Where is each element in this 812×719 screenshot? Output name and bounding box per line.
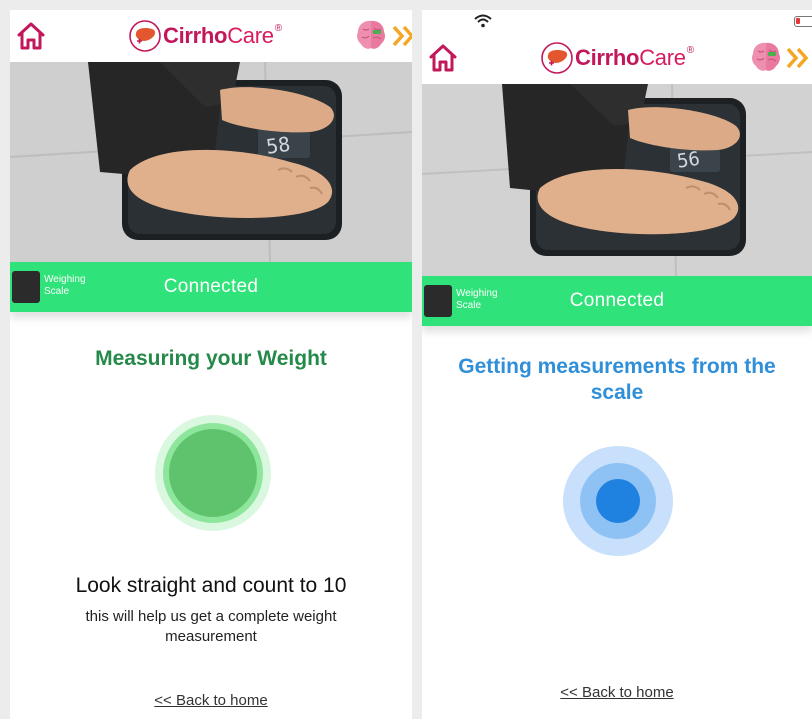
logo-text-cirrho: Cirrho — [575, 45, 640, 70]
back-to-home-link[interactable]: << Back to home — [10, 692, 412, 709]
app-header: CirrhoCare® — [422, 32, 812, 84]
instruction-subtext: this will help us get a complete weight … — [85, 608, 337, 645]
app-logo: CirrhoCare® — [128, 18, 282, 54]
page-title: Getting measurements from the scale — [458, 355, 776, 404]
chevrons-right-icon[interactable] — [392, 23, 412, 49]
back-to-home-link[interactable]: << Back to home — [422, 684, 812, 701]
logo-registered-mark: ® — [274, 23, 282, 34]
connection-status: Connected — [569, 290, 665, 311]
wifi-icon — [474, 14, 492, 28]
scale-camera-photo: 56 — [422, 84, 812, 276]
screen-measuring-weight: CirrhoCare® 58 Weighing Scale Connected … — [10, 10, 412, 719]
app-header: CirrhoCare® — [10, 10, 412, 62]
measuring-pulse-indicator — [155, 415, 271, 531]
home-icon[interactable] — [426, 41, 460, 75]
page-title: Measuring your Weight — [95, 347, 327, 370]
connection-status: Connected — [163, 276, 259, 297]
brain-icon[interactable] — [353, 17, 389, 53]
logo-text-cirrho: Cirrho — [163, 23, 228, 48]
liver-logo-icon — [129, 20, 161, 52]
battery-icon — [794, 16, 812, 27]
logo-text-care: Care — [639, 45, 686, 70]
device-status-bar-top — [422, 10, 812, 32]
app-logo: CirrhoCare® — [540, 40, 694, 76]
device-status-bar: Weighing Scale Connected — [10, 262, 412, 312]
device-status-bar: Weighing Scale Connected — [422, 276, 812, 326]
scale-display-reading: 56 — [676, 148, 702, 173]
scale-display-reading: 58 — [265, 132, 292, 159]
measuring-pulse-indicator — [563, 446, 673, 556]
logo-registered-mark: ® — [686, 45, 694, 56]
instruction-text: Look straight and count to 10 — [75, 574, 347, 597]
brain-icon[interactable] — [748, 39, 784, 75]
chevrons-right-icon[interactable] — [786, 45, 812, 71]
logo-text-care: Care — [227, 23, 274, 48]
scale-camera-photo: 58 — [10, 62, 412, 262]
liver-logo-icon — [541, 42, 573, 74]
home-icon[interactable] — [14, 19, 48, 53]
screen-getting-measurements: CirrhoCare® 56 Weighing Scale Connected … — [422, 10, 812, 719]
